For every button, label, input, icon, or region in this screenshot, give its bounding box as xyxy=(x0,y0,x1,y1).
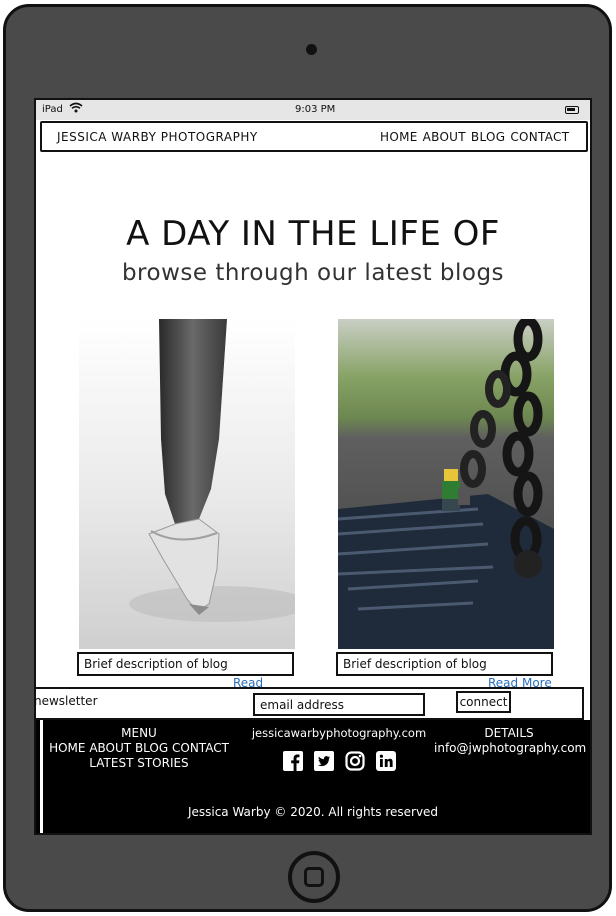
footer-link-blog[interactable]: BLOG xyxy=(135,741,168,755)
carrier-label: iPad xyxy=(42,104,63,115)
ballet-photo[interactable] xyxy=(79,319,295,649)
footer: MENU HOME ABOUT BLOG CONTACT LATEST STOR… xyxy=(36,720,590,833)
footer-website[interactable]: jessicawarbyphotography.com xyxy=(250,726,428,740)
newsletter-bar: newsletter connect xyxy=(34,687,584,720)
status-time: 9:03 PM xyxy=(295,104,336,115)
blog-description: Brief description of blog xyxy=(336,652,553,676)
blog-description: Brief description of blog xyxy=(77,652,294,676)
twitter-icon[interactable] xyxy=(313,751,334,771)
screen: iPad 9:03 PM JESSICA WARBY PHOTOGRAPHY H… xyxy=(34,98,592,835)
social-icons xyxy=(250,751,428,771)
email-input[interactable] xyxy=(253,693,425,716)
linkedin-icon[interactable] xyxy=(375,751,396,771)
footer-details-heading: DETAILS xyxy=(484,726,534,740)
newsletter-label: newsletter xyxy=(34,694,98,708)
battery-icon xyxy=(565,106,579,114)
nav-home[interactable]: HOME xyxy=(380,130,418,144)
nav-blog[interactable]: BLOG xyxy=(471,130,505,144)
footer-link-about[interactable]: ABOUT xyxy=(89,741,131,755)
nav-about[interactable]: ABOUT xyxy=(423,130,466,144)
footer-menu-links: HOME ABOUT BLOG CONTACT xyxy=(36,741,242,756)
blog-card: Brief description of blog Read More xyxy=(77,319,295,704)
nav-links: HOME ABOUT BLOG CONTACT xyxy=(380,130,569,144)
ipad-frame: iPad 9:03 PM JESSICA WARBY PHOTOGRAPHY H… xyxy=(3,4,612,912)
home-button[interactable] xyxy=(288,851,340,903)
footer-link-latest-stories[interactable]: LATEST STORIES xyxy=(36,756,242,771)
footer-menu-heading: MENU xyxy=(121,726,157,740)
facebook-icon[interactable] xyxy=(282,751,303,771)
blog-card: Brief description of blog Read More xyxy=(336,319,554,690)
connect-button[interactable]: connect xyxy=(456,691,511,713)
footer-email[interactable]: info@jwphotography.com xyxy=(434,741,586,756)
footer-menu: MENU HOME ABOUT BLOG CONTACT LATEST STOR… xyxy=(36,726,242,771)
nav-contact[interactable]: CONTACT xyxy=(510,130,569,144)
footer-social: jessicawarbyphotography.com xyxy=(250,726,428,771)
footer-copyright: Jessica Warby © 2020. All rights reserve… xyxy=(187,805,439,819)
instagram-icon[interactable] xyxy=(344,751,365,771)
footer-link-home[interactable]: HOME xyxy=(49,741,85,755)
home-square-icon xyxy=(304,867,324,887)
wifi-icon xyxy=(69,102,83,116)
swing-lego-photo[interactable] xyxy=(338,319,554,649)
camera xyxy=(306,44,317,55)
page-title: A DAY IN THE LIFE OF xyxy=(126,214,500,254)
status-bar: iPad 9:03 PM xyxy=(36,100,590,120)
footer-link-contact[interactable]: CONTACT xyxy=(172,741,229,755)
page-subtitle: browse through our latest blogs xyxy=(121,260,505,286)
footer-details: DETAILS info@jwphotography.com xyxy=(434,726,586,756)
brand-logo[interactable]: JESSICA WARBY PHOTOGRAPHY xyxy=(57,130,258,144)
top-navbar: JESSICA WARBY PHOTOGRAPHY HOME ABOUT BLO… xyxy=(40,121,588,152)
